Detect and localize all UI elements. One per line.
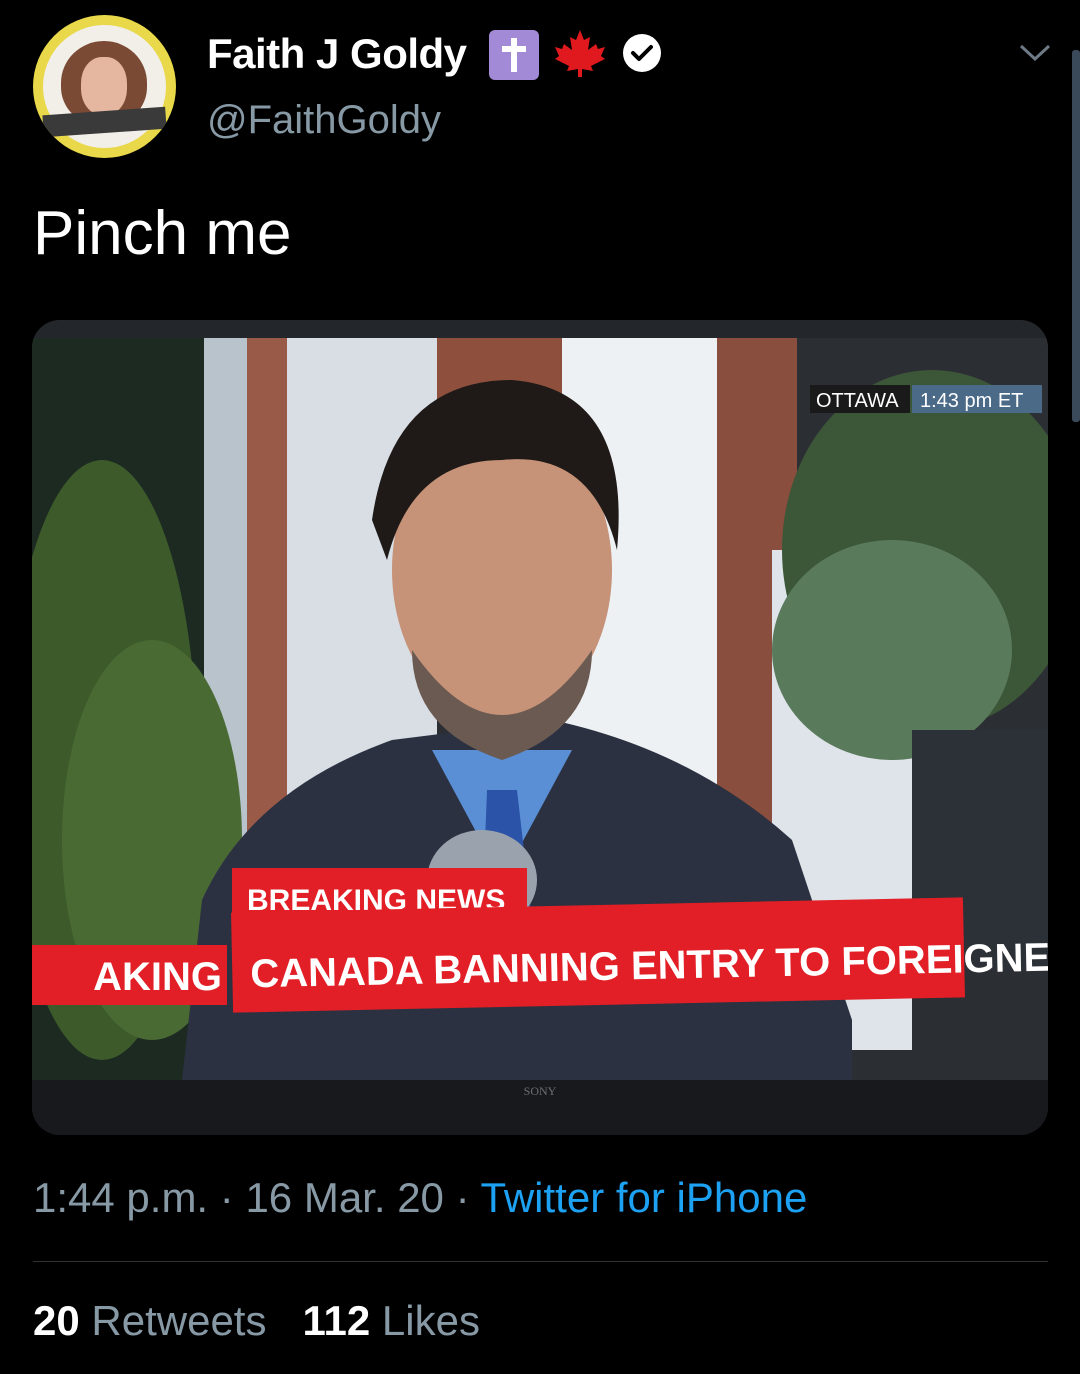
maple-leaf-icon <box>553 28 607 83</box>
source-link[interactable]: Twitter for iPhone <box>481 1174 808 1221</box>
scroll-indicator[interactable] <box>1072 50 1080 422</box>
tweet-media[interactable]: AKING BREAKING NEWS CANADA BANNING ENTRY… <box>32 320 1048 1135</box>
tweet-time: 1:44 p.m. <box>33 1174 209 1221</box>
side-breaking-label: AKING <box>93 955 222 999</box>
tweet-date: 16 Mar. 20 <box>245 1174 444 1221</box>
verified-icon <box>621 32 663 79</box>
divider <box>33 1261 1048 1262</box>
tv-brand: SONY <box>524 1084 557 1098</box>
avatar[interactable] <box>33 15 176 158</box>
separator: · <box>219 1174 234 1221</box>
cross-icon <box>489 30 539 80</box>
tweet-text: Pinch me <box>33 199 292 268</box>
retweets-count: 20 <box>33 1297 80 1344</box>
tweet-meta: 1:44 p.m. · 16 Mar. 20 · Twitter for iPh… <box>33 1174 807 1222</box>
handle[interactable]: @FaithGoldy <box>207 98 441 143</box>
retweets-label: Retweets <box>91 1297 267 1344</box>
tweet-stats: 20 Retweets 112 Likes <box>33 1297 480 1345</box>
likes-link[interactable]: 112 Likes <box>302 1297 480 1344</box>
chevron-down-icon[interactable] <box>1018 42 1052 69</box>
likes-label: Likes <box>381 1297 480 1344</box>
location-label: OTTAWA <box>816 390 899 412</box>
retweets-link[interactable]: 20 Retweets <box>33 1297 266 1344</box>
separator: · <box>455 1174 470 1221</box>
likes-count: 112 <box>302 1297 371 1344</box>
time-label: 1:43 pm ET <box>920 390 1023 412</box>
badges <box>489 28 663 83</box>
display-name[interactable]: Faith J Goldy <box>207 30 467 78</box>
